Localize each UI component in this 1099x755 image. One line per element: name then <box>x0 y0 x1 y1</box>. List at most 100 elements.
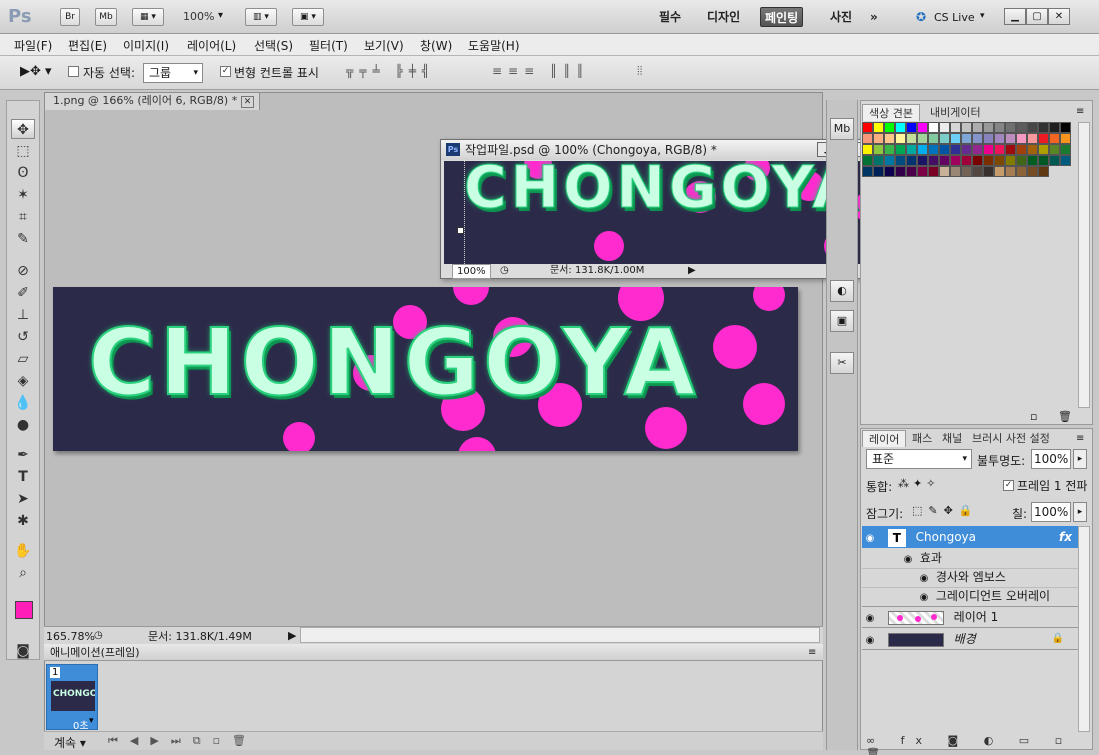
color-swatch[interactable] <box>862 166 873 177</box>
color-swatch[interactable] <box>884 144 895 155</box>
workspace-painting[interactable]: 페인팅 <box>760 7 804 27</box>
color-swatch[interactable] <box>972 166 983 177</box>
color-swatch[interactable] <box>1038 144 1049 155</box>
color-swatch[interactable] <box>895 144 906 155</box>
menu-filter[interactable]: 필터(T) <box>309 37 348 54</box>
color-swatch[interactable] <box>983 155 994 166</box>
color-swatch[interactable] <box>1016 133 1027 144</box>
color-swatch[interactable] <box>1005 166 1016 177</box>
color-swatch[interactable] <box>983 133 994 144</box>
show-transform-checkbox[interactable]: ✓ <box>220 64 231 77</box>
floating-document-size[interactable]: 문서: 131.8K/1.00M <box>550 264 644 277</box>
healing-brush-icon[interactable]: ⊘ <box>11 261 35 281</box>
color-swatch[interactable] <box>1016 155 1027 166</box>
color-swatch[interactable] <box>1049 144 1060 155</box>
color-swatch[interactable] <box>961 155 972 166</box>
close-tab-icon[interactable]: ✕ <box>240 96 255 108</box>
color-swatch[interactable] <box>917 155 928 166</box>
tab-layers[interactable]: 레이어 <box>862 430 907 447</box>
color-swatch[interactable] <box>928 122 939 133</box>
cs-live-label[interactable]: CS Live <box>934 11 975 24</box>
color-swatch[interactable] <box>1049 122 1060 133</box>
tab-navigator[interactable]: 내비게이터 <box>924 104 987 121</box>
horizontal-scrollbar[interactable] <box>300 627 820 643</box>
workspace-design[interactable]: 디자인 <box>703 7 744 27</box>
color-swatch[interactable] <box>884 122 895 133</box>
color-swatch[interactable] <box>1016 122 1027 133</box>
color-swatch[interactable] <box>873 166 884 177</box>
document-tab[interactable]: 1.png @ 166% (레이어 6, RGB/8) * ✕ <box>44 92 260 110</box>
color-swatch[interactable] <box>1027 144 1038 155</box>
color-swatch[interactable] <box>906 144 917 155</box>
color-swatch[interactable] <box>950 155 961 166</box>
color-swatch[interactable] <box>939 166 950 177</box>
eyedropper-icon[interactable]: ✎ <box>11 229 35 249</box>
auto-select-checkbox[interactable] <box>68 64 79 77</box>
crop-tool-icon[interactable]: ⌗ <box>11 207 35 227</box>
animation-frame-1[interactable]: 1 CHONGOYA 0초 ▾ <box>46 664 98 732</box>
menu-edit[interactable]: 편집(E) <box>68 37 107 54</box>
fx-badge-icon[interactable]: fx <box>1059 526 1072 548</box>
color-swatch[interactable] <box>906 166 917 177</box>
color-swatch[interactable] <box>950 166 961 177</box>
maximize-button[interactable]: ▢ <box>1026 8 1048 25</box>
arrange-documents-button[interactable]: ▥ ▾ <box>245 8 277 26</box>
visibility-eye-icon[interactable]: ◉ <box>862 608 878 630</box>
color-swatch[interactable] <box>939 133 950 144</box>
layer-row-chongoya[interactable]: ◉ T Chongoya fx <box>862 526 1078 548</box>
color-swatch[interactable] <box>906 155 917 166</box>
color-swatch[interactable] <box>994 155 1005 166</box>
color-swatch[interactable] <box>1005 133 1016 144</box>
floating-status-info-icon[interactable]: ◷ <box>500 264 509 277</box>
color-swatch[interactable] <box>961 122 972 133</box>
tool-presets-panel-button[interactable]: ✂ <box>830 352 854 374</box>
color-swatch[interactable] <box>939 144 950 155</box>
layers-panel-menu-icon[interactable]: ≡ <box>1076 433 1084 444</box>
color-swatch[interactable] <box>1016 144 1027 155</box>
color-swatch[interactable] <box>884 166 895 177</box>
color-swatch[interactable] <box>972 155 983 166</box>
menu-view[interactable]: 보기(V) <box>364 37 404 54</box>
color-swatch[interactable] <box>972 122 983 133</box>
color-swatch[interactable] <box>983 122 994 133</box>
eraser-tool-icon[interactable]: ▱ <box>11 349 35 369</box>
color-swatch[interactable] <box>1005 155 1016 166</box>
color-swatch[interactable] <box>1016 166 1027 177</box>
opacity-field[interactable]: 100% <box>1031 449 1071 469</box>
mini-bridge-button[interactable]: Mb <box>95 8 117 26</box>
color-swatch[interactable] <box>873 155 884 166</box>
color-swatch[interactable] <box>972 133 983 144</box>
move-tool-icon[interactable]: ✥ <box>11 119 35 139</box>
color-swatch[interactable] <box>1027 155 1038 166</box>
color-swatch[interactable] <box>917 122 928 133</box>
workspace-essentials[interactable]: 필수 <box>655 7 685 27</box>
color-swatch[interactable] <box>994 133 1005 144</box>
color-swatch[interactable] <box>862 144 873 155</box>
tab-swatches[interactable]: 색상 견본 <box>862 104 920 121</box>
document-size[interactable]: 문서: 131.8K/1.49M <box>148 628 252 645</box>
color-swatch[interactable] <box>939 122 950 133</box>
blur-tool-icon[interactable]: 💧 <box>11 393 35 413</box>
extras-button[interactable]: ▦ ▾ <box>132 8 164 26</box>
pen-tool-icon[interactable]: ✒ <box>11 445 35 465</box>
zoom-dropdown-icon[interactable]: ▾ <box>218 10 223 21</box>
auto-select-dropdown[interactable]: 그룹 ▾ <box>143 63 203 83</box>
mini-bridge-panel-button[interactable]: Mb <box>830 118 854 140</box>
color-swatch[interactable] <box>906 133 917 144</box>
color-swatch[interactable] <box>950 133 961 144</box>
propagate-frame-checkbox[interactable]: ✓ <box>1003 478 1014 491</box>
color-swatch[interactable] <box>1005 122 1016 133</box>
color-swatch[interactable] <box>928 133 939 144</box>
menu-layer[interactable]: 레이어(L) <box>187 37 236 54</box>
frame-delay-dropdown-icon[interactable]: ▾ <box>89 716 94 726</box>
layers-footer-buttons-icon[interactable]: ∞ fx ◙ ◐ ▭ ▫ 🗑 <box>866 734 1099 755</box>
effect-gradient-overlay-row[interactable]: ◉ 그레이디언트 오버레이 <box>862 585 1078 607</box>
lock-buttons-icon[interactable]: ⬚✎✥🔒 <box>912 504 979 517</box>
color-swatch[interactable] <box>950 122 961 133</box>
paint-bucket-icon[interactable]: ◈ <box>11 371 35 391</box>
color-swatch[interactable] <box>961 144 972 155</box>
tab-channels[interactable]: 채널 <box>936 430 968 447</box>
layers-scrollbar[interactable] <box>1078 526 1090 732</box>
color-swatch[interactable] <box>1027 166 1038 177</box>
floating-status-menu-arrow-icon[interactable]: ▶ <box>688 264 696 277</box>
